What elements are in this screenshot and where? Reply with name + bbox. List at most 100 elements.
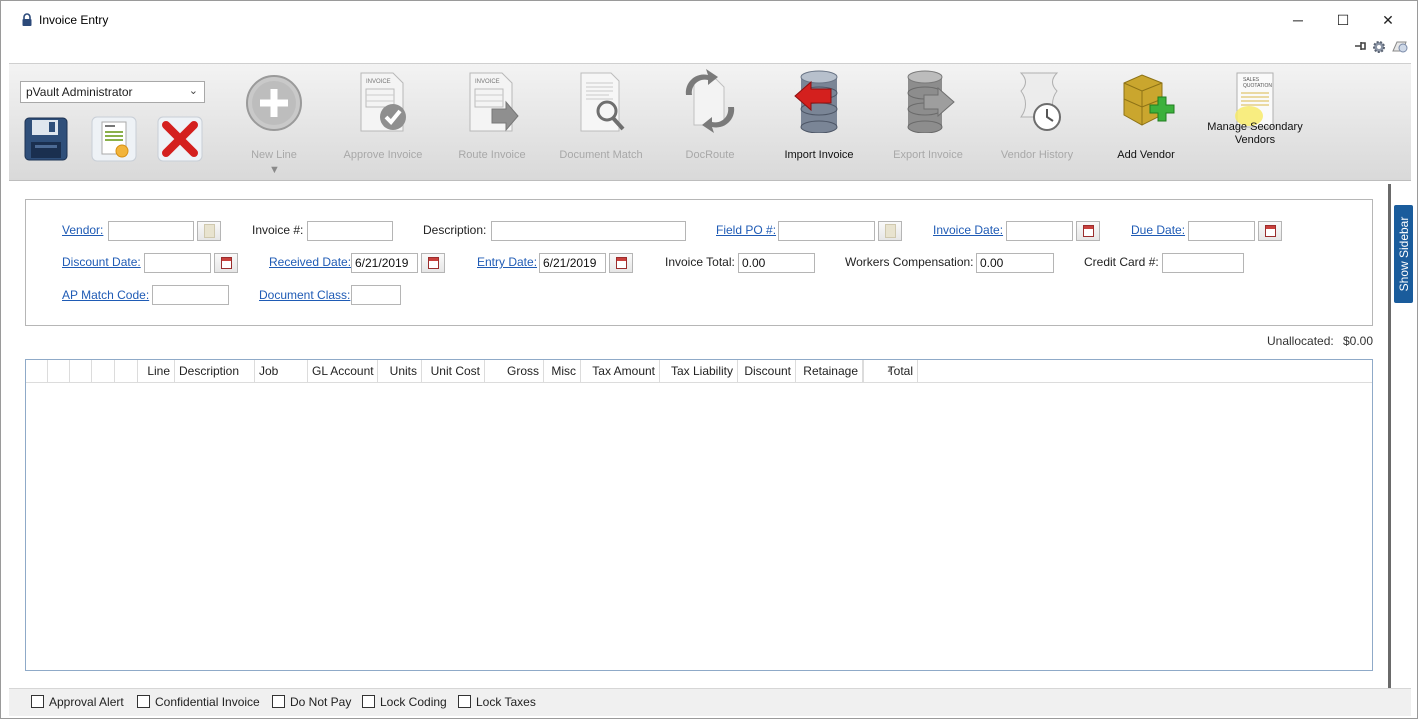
new-invoice-button[interactable] (89, 114, 139, 164)
grid-col-marker-3[interactable] (92, 360, 115, 383)
boxes-plus-icon (1123, 74, 1175, 126)
grid-col-gross[interactable]: Gross (485, 360, 544, 383)
document-match-label: Document Match (559, 149, 643, 161)
add-vendor-button[interactable]: Add Vendor (1092, 69, 1200, 169)
quotation-thumb-text: QUOTATION (1243, 83, 1272, 89)
description-input[interactable] (491, 221, 686, 241)
lock-taxes-checkbox[interactable]: Lock Taxes (458, 695, 536, 711)
grid-col-tax-amount[interactable]: Tax Amount (581, 360, 660, 383)
vendor-history-button[interactable]: Vendor History (983, 69, 1091, 169)
docroute-button[interactable]: DocRoute (656, 69, 764, 169)
help-icon[interactable] (1391, 39, 1409, 58)
grid-col-tax-liability[interactable]: Tax Liability (660, 360, 738, 383)
vendor-lookup-button[interactable] (197, 221, 221, 241)
invoice-number-input[interactable] (307, 221, 393, 241)
entry-date-link[interactable]: Entry Date: (477, 255, 537, 269)
title-bar: Invoice Entry ─ ☐ ✕ (1, 1, 1417, 39)
field-po-lookup-button[interactable] (878, 221, 902, 241)
new-line-button[interactable]: New Line (220, 69, 328, 169)
approval-alert-checkbox[interactable]: Approval Alert (31, 695, 124, 711)
due-date-calendar-button[interactable] (1258, 221, 1282, 241)
grid-col-line[interactable]: Line (138, 360, 175, 383)
checkbox-box[interactable] (362, 695, 375, 708)
confidential-invoice-checkbox[interactable]: Confidential Invoice (137, 695, 260, 711)
invoice-lines-grid[interactable]: Line Description Job GL Account Units Un… (25, 359, 1373, 671)
checkbox-box[interactable] (137, 695, 150, 708)
discount-date-calendar-button[interactable] (214, 253, 238, 273)
discount-date-input[interactable] (144, 253, 211, 273)
entry-date-calendar-button[interactable] (609, 253, 633, 273)
grid-col-description[interactable]: Description (175, 360, 255, 383)
floppy-disk-icon (24, 117, 68, 161)
invoice-date-input[interactable] (1006, 221, 1073, 241)
unallocated-label: Unallocated: (1267, 334, 1334, 348)
invoice-date-calendar-button[interactable] (1076, 221, 1100, 241)
import-invoice-button[interactable]: Import Invoice (765, 69, 873, 169)
close-button[interactable]: ✕ (1366, 7, 1410, 33)
approve-invoice-button[interactable]: INVOICE Approve Invoice (329, 69, 437, 169)
entry-date-input[interactable]: 6/21/2019 (539, 253, 606, 273)
invoice-number-label: Invoice #: (252, 223, 304, 237)
received-date-link[interactable]: Received Date: (269, 255, 351, 269)
maximize-button[interactable]: ☐ (1321, 7, 1365, 33)
grid-col-total[interactable]: ▲ Total (863, 360, 918, 383)
import-invoice-label: Import Invoice (784, 149, 854, 161)
chevron-down-icon: ⌄ (188, 85, 198, 97)
cancel-button[interactable] (155, 114, 205, 164)
vendor-input[interactable] (108, 221, 194, 241)
document-class-input[interactable] (351, 285, 401, 305)
footer-options: Approval Alert Confidential Invoice Do N… (9, 688, 1411, 716)
lock-coding-checkbox[interactable]: Lock Coding (362, 695, 447, 711)
received-date-calendar-button[interactable] (421, 253, 445, 273)
checkbox-box[interactable] (31, 695, 44, 708)
description-label: Description: (423, 223, 487, 237)
sidebar-splitter[interactable] (1388, 184, 1391, 688)
discount-date-link[interactable]: Discount Date: (62, 255, 141, 269)
pin-icon[interactable] (1353, 39, 1367, 56)
vendor-link[interactable]: Vendor: (62, 223, 103, 237)
grid-col-job[interactable]: Job (255, 360, 308, 383)
mini-tools (1351, 39, 1411, 57)
grid-col-marker-2[interactable] (70, 360, 92, 383)
invoice-entry-window: Invoice Entry ─ ☐ ✕ pVault Administrator… (0, 0, 1418, 719)
user-select[interactable]: pVault Administrator ⌄ (20, 81, 205, 103)
credit-card-input[interactable] (1162, 253, 1244, 273)
invoice-date-link[interactable]: Invoice Date: (933, 223, 1003, 237)
grid-col-misc[interactable]: Misc (544, 360, 581, 383)
gear-icon[interactable] (1371, 39, 1387, 58)
grid-col-select[interactable] (26, 360, 48, 383)
manage-secondary-vendors-button[interactable]: SALES QUOTATION Manage Secondary Vendors (1201, 69, 1309, 169)
route-thumb-text: INVOICE (475, 79, 500, 85)
grid-col-discount[interactable]: Discount (738, 360, 796, 383)
document-match-button[interactable]: Document Match (547, 69, 655, 169)
grid-col-retainage[interactable]: Retainage (796, 360, 863, 383)
grid-col-unit-cost[interactable]: Unit Cost (422, 360, 485, 383)
field-po-link[interactable]: Field PO #: (716, 223, 776, 237)
new-line-dropdown-arrow[interactable]: ▼ (269, 164, 280, 176)
document-class-link[interactable]: Document Class: (259, 288, 350, 302)
checkbox-box[interactable] (272, 695, 285, 708)
minimize-button[interactable]: ─ (1276, 7, 1320, 33)
route-invoice-button[interactable]: INVOICE Route Invoice (438, 69, 546, 169)
invoice-arrow-icon: INVOICE (469, 72, 519, 132)
workers-comp-label: Workers Compensation: (845, 255, 974, 269)
save-button[interactable] (21, 114, 71, 164)
grid-header: Line Description Job GL Account Units Un… (26, 360, 1372, 383)
field-po-input[interactable] (778, 221, 875, 241)
due-date-input[interactable] (1188, 221, 1255, 241)
received-date-input[interactable]: 6/21/2019 (351, 253, 418, 273)
show-sidebar-tab[interactable]: Show Sidebar (1394, 205, 1413, 303)
due-date-link[interactable]: Due Date: (1131, 223, 1185, 237)
ap-match-code-input[interactable] (152, 285, 229, 305)
grid-col-units[interactable]: Units (378, 360, 422, 383)
export-invoice-button[interactable]: Export Invoice (874, 69, 982, 169)
grid-col-marker-4[interactable] (115, 360, 138, 383)
workers-comp-input[interactable]: 0.00 (976, 253, 1054, 273)
ap-match-code-link[interactable]: AP Match Code: (62, 288, 149, 302)
grid-col-gl-account[interactable]: GL Account (308, 360, 378, 383)
do-not-pay-checkbox[interactable]: Do Not Pay (272, 695, 351, 711)
grid-col-marker-1[interactable] (48, 360, 70, 383)
document-icon (204, 224, 215, 238)
invoice-total-input[interactable]: 0.00 (738, 253, 815, 273)
checkbox-box[interactable] (458, 695, 471, 708)
